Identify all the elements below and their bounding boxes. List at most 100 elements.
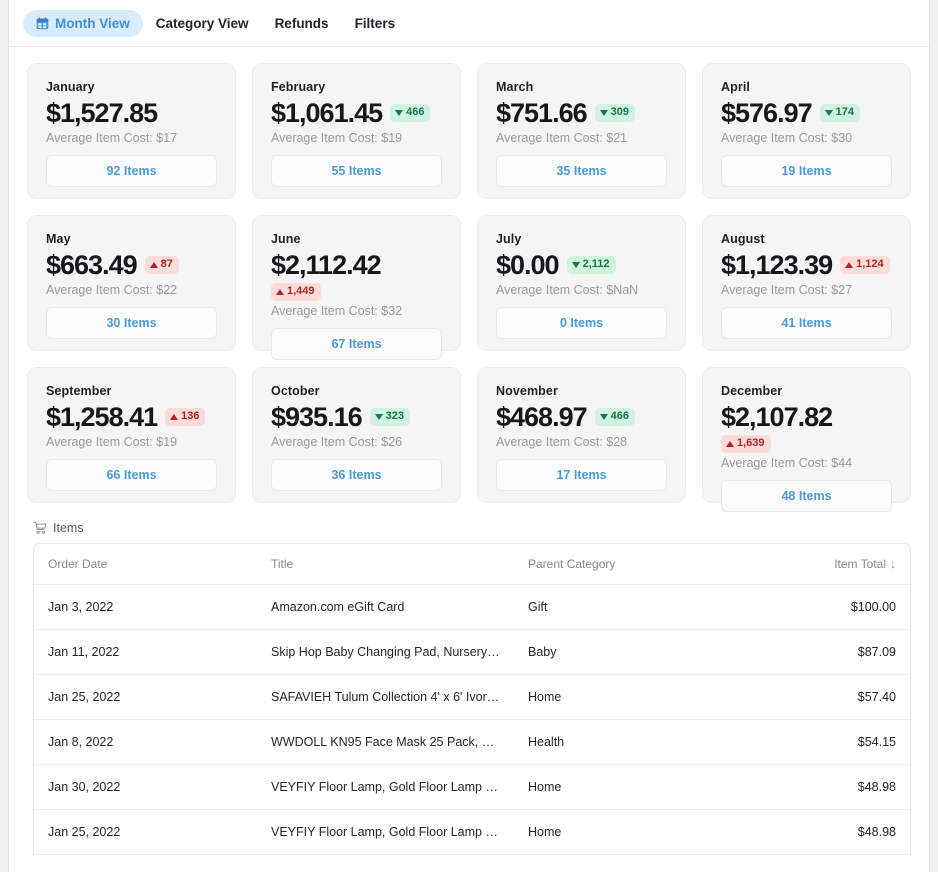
items-table-header-row: Order DateTitle Parent Category Item Total… (34, 544, 910, 585)
cell-parent-category: Baby (514, 630, 732, 675)
month-items-button[interactable]: 17 Items (496, 459, 667, 491)
month-items-button[interactable]: 30 Items (46, 307, 217, 339)
month-items-button[interactable]: 41 Items (721, 307, 892, 339)
month-name: October (271, 384, 442, 398)
month-total-amount: $2,112.42 (271, 250, 442, 280)
month-items-button[interactable]: 19 Items (721, 155, 892, 187)
month-amount-row: $468.97 466 (496, 402, 667, 432)
month-delta-value: 87 (161, 258, 173, 272)
cell-order-date: Jan 11, 2022 (34, 630, 257, 675)
month-name: July (496, 232, 667, 246)
month-delta-badge: 466 (390, 104, 430, 122)
tab-category-view[interactable]: Category View (143, 10, 262, 37)
triangle-up-icon (170, 414, 178, 420)
month-items-button[interactable]: 55 Items (271, 155, 442, 187)
column-header-label: Parent Category (528, 557, 615, 571)
month-delta-badge: 2,112 (567, 256, 616, 274)
cell-item-total: $54.15 (732, 720, 910, 765)
month-delta-value: 1,639 (737, 437, 765, 451)
month-delta-badge: 174 (820, 104, 860, 122)
table-row[interactable]: Jan 11, 2022Skip Hop Baby Changing Pad, … (34, 630, 910, 675)
month-name: August (721, 232, 892, 246)
month-delta-value: 174 (836, 106, 854, 120)
tab-filters[interactable]: Filters (342, 10, 409, 37)
month-amount-row: $2,112.42 1,449 (271, 250, 442, 301)
month-card: February$1,061.45466Average Item Cost: $… (252, 63, 461, 199)
month-card: January$1,527.85Average Item Cost: $1792… (27, 63, 236, 199)
month-delta-value: 466 (611, 410, 629, 424)
tab-month-view[interactable]: Month View (23, 10, 143, 37)
month-name: May (46, 232, 217, 246)
month-amount-row: $1,061.45466 (271, 98, 442, 128)
month-delta-badge: 1,124 (840, 256, 890, 274)
column-header-order-date[interactable]: Order Date (34, 544, 257, 585)
month-delta-badge: 323 (370, 408, 410, 426)
month-name: February (271, 80, 442, 94)
month-delta-value: 1,449 (287, 285, 315, 299)
month-total-amount: $576.97 (721, 98, 812, 128)
month-items-button[interactable]: 35 Items (496, 155, 667, 187)
table-row[interactable]: Jan 8, 2022WWDOLL KN95 Face Mask 25 Pack… (34, 720, 910, 765)
month-items-button[interactable]: 92 Items (46, 155, 217, 187)
month-items-button[interactable]: 48 Items (721, 480, 892, 512)
month-delta-value: 323 (386, 410, 404, 424)
month-card: March$751.66309Average Item Cost: $2135 … (477, 63, 686, 199)
month-delta-value: 309 (611, 106, 629, 120)
items-section-header: Items (9, 509, 929, 543)
month-amount-row: $1,258.41136 (46, 402, 217, 432)
month-name: June (271, 232, 442, 246)
month-amount-row: $2,107.821,639 (721, 402, 892, 453)
month-name: December (721, 384, 892, 398)
month-average-item-cost: Average Item Cost: $21 (496, 131, 667, 145)
month-name: March (496, 80, 667, 94)
tab-label: Category View (156, 16, 249, 31)
month-card: May$663.4987Average Item Cost: $2230 Ite… (27, 215, 236, 351)
month-items-button[interactable]: 67 Items (271, 328, 442, 360)
tab-refunds[interactable]: Refunds (262, 10, 342, 37)
tab-label: Month View (55, 16, 130, 31)
tab-label: Refunds (275, 16, 329, 31)
month-total-amount: $468.97 (496, 402, 587, 432)
triangle-up-icon (276, 289, 284, 295)
cell-order-date: Jan 25, 2022 (34, 675, 257, 720)
month-card: December$2,107.821,639Average Item Cost:… (702, 367, 911, 503)
month-delta-badge: 1,449 (271, 283, 321, 301)
month-card: October$935.16323Average Item Cost: $263… (252, 367, 461, 503)
cell-order-date: Jan 30, 2022 (34, 765, 257, 810)
month-total-amount: $1,123.39 (721, 250, 832, 280)
triangle-down-icon (395, 110, 403, 116)
table-row[interactable]: Jan 3, 2022Amazon.com eGift CardGift$100… (34, 585, 910, 630)
column-header-item-total[interactable]: Item Total↓ (732, 544, 910, 585)
month-items-button[interactable]: 36 Items (271, 459, 442, 491)
items-section-title: Items (53, 521, 84, 535)
month-total-amount: $1,527.85 (46, 98, 157, 128)
month-card: September$1,258.41136Average Item Cost: … (27, 367, 236, 503)
view-tabbar: Month View Category View Refunds Filters (9, 0, 929, 47)
shopping-cart-icon (33, 521, 47, 535)
month-total-amount: $1,258.41 (46, 402, 157, 432)
cell-parent-category: Home (514, 675, 732, 720)
cell-parent-category: Health (514, 720, 732, 765)
table-row[interactable]: Jan 30, 2022VEYFIY Floor Lamp, Gold Floo… (34, 765, 910, 810)
table-row[interactable]: Jan 25, 2022VEYFIY Floor Lamp, Gold Floo… (34, 810, 910, 855)
triangle-down-icon (572, 262, 580, 268)
cell-item-total: $57.40 (732, 675, 910, 720)
table-row[interactable]: Jan 25, 2022SAFAVIEH Tulum Collection 4'… (34, 675, 910, 720)
month-items-button[interactable]: 66 Items (46, 459, 217, 491)
month-delta-badge: 87 (145, 256, 179, 274)
triangle-down-icon (375, 414, 383, 420)
app-root: Month View Category View Refunds Filters Ja… (0, 0, 938, 872)
month-delta-badge: 1,639 (721, 435, 771, 453)
month-amount-row: $935.16323 (271, 402, 442, 432)
month-card: April$576.97174Average Item Cost: $3019 … (702, 63, 911, 199)
cell-item-title: VEYFIY Floor Lamp, Gold Floor Lamp for L… (257, 810, 514, 855)
column-header-parent-category[interactable]: Parent Category (514, 544, 732, 585)
month-items-button[interactable]: 0 Items (496, 307, 667, 339)
month-average-item-cost: Average Item Cost: $28 (496, 435, 667, 449)
column-header-title[interactable]: Title (257, 544, 514, 585)
tab-label: Filters (355, 16, 396, 31)
items-table-body: Jan 3, 2022Amazon.com eGift CardGift$100… (34, 585, 910, 855)
month-name: September (46, 384, 217, 398)
month-delta-value: 466 (406, 106, 424, 120)
cell-item-title: WWDOLL KN95 Face Mask 25 Pack, 5-Layers … (257, 720, 514, 765)
